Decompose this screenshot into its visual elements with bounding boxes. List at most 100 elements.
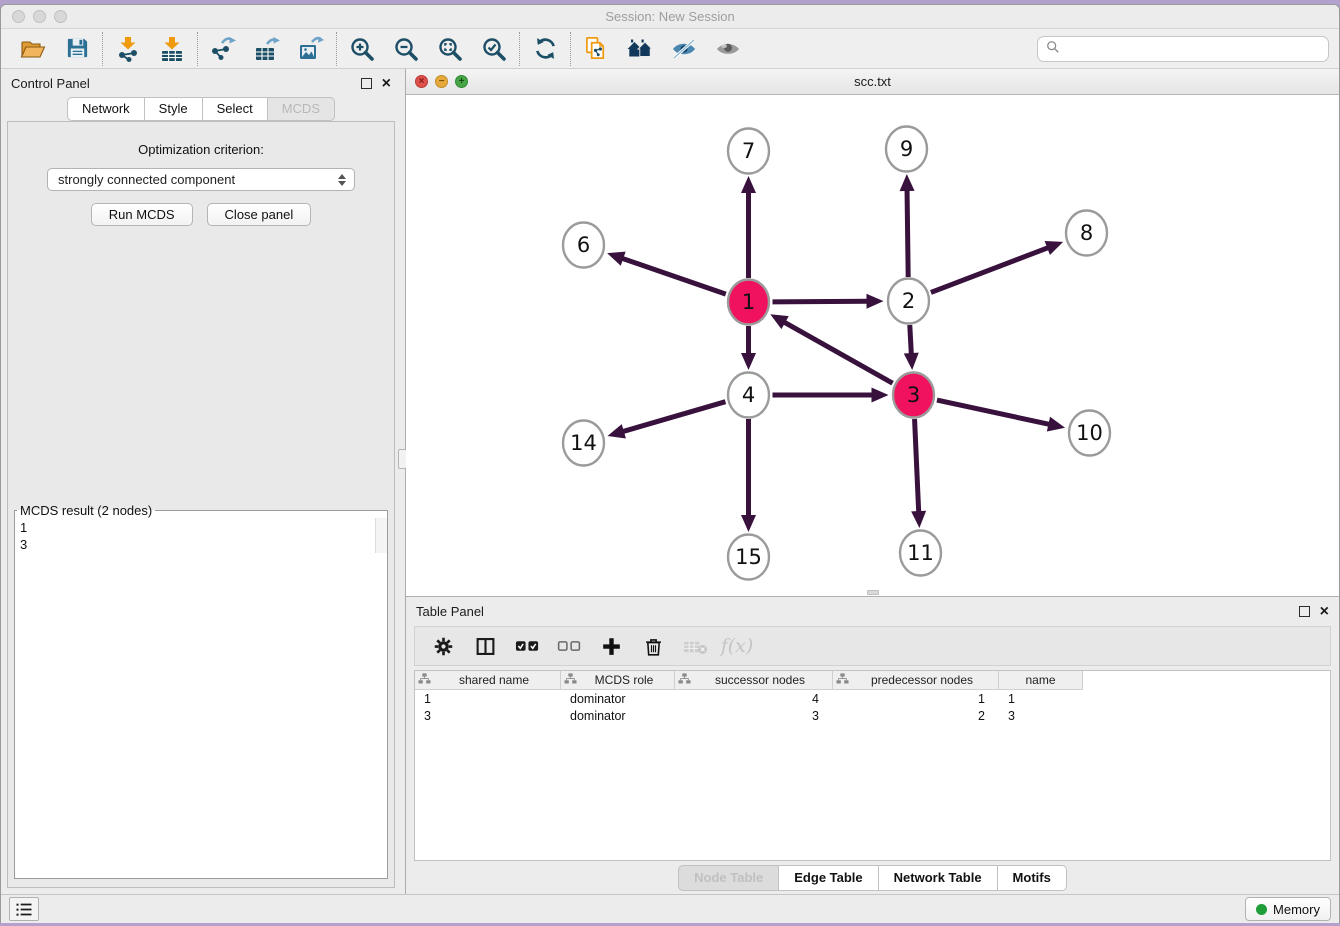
float-table-panel-icon[interactable] (1299, 606, 1310, 617)
toolbar-separator (519, 32, 520, 66)
tab-mcds[interactable]: MCDS (268, 97, 335, 121)
table-row[interactable]: 1dominator411 (415, 691, 1330, 707)
toolbar-separator (570, 32, 571, 66)
search-box[interactable] (1037, 36, 1329, 62)
run-mcds-button[interactable]: Run MCDS (91, 203, 193, 226)
edge-1-2[interactable] (772, 301, 868, 302)
zoom-out-icon[interactable] (384, 32, 428, 66)
save-icon[interactable] (55, 32, 99, 66)
column-header-shared-name[interactable]: shared name (415, 671, 561, 690)
edge-3-10[interactable] (937, 400, 1050, 424)
toolbar-separator (336, 32, 337, 66)
import-table-icon[interactable] (150, 32, 194, 66)
cell-predecessor-nodes[interactable]: 1 (833, 692, 999, 706)
tab-select[interactable]: Select (203, 97, 268, 121)
column-header-successor-nodes[interactable]: successor nodes (675, 671, 833, 690)
close-panel-button[interactable]: Close panel (207, 203, 312, 226)
mcds-result-title: MCDS result (2 nodes) (17, 503, 155, 518)
zoom-selected-icon[interactable] (472, 32, 516, 66)
column-header-name[interactable]: name (999, 671, 1083, 690)
import-network-icon[interactable] (106, 32, 150, 66)
export-network-icon[interactable] (201, 32, 245, 66)
close-table-panel-icon[interactable]: × (1320, 606, 1329, 617)
edge-arrow-3-10 (1047, 417, 1065, 432)
control-panel-title: Control Panel (11, 76, 90, 91)
table-toolbar: f(x) (414, 626, 1331, 666)
table-settings-icon[interactable] (427, 631, 459, 661)
copy-network-icon[interactable] (574, 32, 618, 66)
float-panel-icon[interactable] (361, 78, 372, 89)
network-close-icon[interactable]: × (415, 75, 428, 88)
hide-selected-icon[interactable] (662, 32, 706, 66)
edge-2-8[interactable] (931, 247, 1049, 292)
edge-arrow-3-11 (911, 511, 926, 528)
graph-node-label-10: 10 (1076, 421, 1103, 445)
mcds-tab-content: Optimization criterion: strongly connect… (7, 121, 395, 888)
cell-MCDS-role[interactable]: dominator (561, 692, 675, 706)
edge-arrow-1-6 (607, 252, 626, 266)
column-header-label: predecessor nodes (849, 673, 995, 687)
export-table-icon[interactable] (245, 32, 289, 66)
graph-node-label-15: 15 (735, 545, 762, 569)
show-all-icon[interactable] (706, 32, 750, 66)
column-tree-icon (564, 673, 577, 687)
cell-name[interactable]: 3 (999, 709, 1083, 723)
network-maximize-icon[interactable]: + (455, 75, 468, 88)
edge-2-9[interactable] (907, 189, 908, 277)
table-tabs: Node TableEdge TableNetwork TableMotifs (406, 861, 1339, 894)
column-layout-icon[interactable] (469, 631, 501, 661)
cell-successor-nodes[interactable]: 3 (675, 709, 833, 723)
edge-arrow-2-9 (900, 174, 915, 191)
zoom-in-icon[interactable] (340, 32, 384, 66)
graph-node-label-3: 3 (907, 383, 920, 407)
right-column: × − + scc.txt 7968124314101511 Table Pan… (406, 69, 1339, 894)
column-header-MCDS-role[interactable]: MCDS role (561, 671, 675, 690)
select-all-columns-icon[interactable] (511, 631, 543, 661)
zoom-fit-icon[interactable] (428, 32, 472, 66)
table-row[interactable]: 3dominator323 (415, 708, 1330, 724)
canvas-resize-grip[interactable] (867, 590, 879, 595)
edge-2-3[interactable] (910, 325, 912, 355)
tab-motifs[interactable]: Motifs (998, 865, 1067, 891)
delete-column-icon[interactable] (637, 631, 669, 661)
cell-predecessor-nodes[interactable]: 2 (833, 709, 999, 723)
result-scrollbar[interactable] (375, 518, 387, 553)
network-minimize-icon[interactable]: − (435, 75, 448, 88)
column-header-predecessor-nodes[interactable]: predecessor nodes (833, 671, 999, 690)
close-panel-icon[interactable]: × (382, 78, 391, 89)
deselect-all-columns-icon[interactable] (553, 631, 585, 661)
network-canvas[interactable]: 7968124314101511 (406, 95, 1339, 596)
home-icon[interactable] (618, 32, 662, 66)
open-icon[interactable] (11, 32, 55, 66)
network-graph[interactable]: 7968124314101511 (406, 95, 1339, 596)
task-history-button[interactable] (9, 897, 39, 921)
dropdown-stepper-icon (338, 174, 346, 186)
cell-shared-name[interactable]: 1 (415, 692, 561, 706)
graph-node-label-11: 11 (907, 541, 934, 565)
cell-name[interactable]: 1 (999, 692, 1083, 706)
tab-style[interactable]: Style (145, 97, 203, 121)
refresh-icon[interactable] (523, 32, 567, 66)
optimization-criterion-dropdown[interactable]: strongly connected component (47, 168, 355, 191)
add-column-icon[interactable] (595, 631, 627, 661)
search-input[interactable] (1065, 41, 1320, 56)
edge-1-6[interactable] (621, 258, 726, 294)
cell-successor-nodes[interactable]: 4 (675, 692, 833, 706)
edge-4-14[interactable] (622, 402, 726, 432)
memory-button[interactable]: Memory (1245, 897, 1331, 921)
tab-network-table[interactable]: Network Table (879, 865, 998, 891)
cell-MCDS-role[interactable]: dominator (561, 709, 675, 723)
network-view-window: × − + scc.txt 7968124314101511 (406, 69, 1339, 597)
table-panel-header: Table Panel × (406, 597, 1339, 625)
cell-shared-name[interactable]: 3 (415, 709, 561, 723)
edge-3-11[interactable] (915, 419, 919, 513)
tab-edge-table[interactable]: Edge Table (779, 865, 878, 891)
titlebar: Session: New Session (1, 5, 1339, 29)
column-header-label: name (1002, 673, 1079, 687)
tab-node-table[interactable]: Node Table (678, 865, 779, 891)
edge-arrow-1-2 (866, 294, 883, 309)
tab-network[interactable]: Network (67, 97, 145, 121)
edge-3-1[interactable] (783, 322, 892, 384)
table-panel-title: Table Panel (416, 604, 484, 619)
export-image-icon[interactable] (289, 32, 333, 66)
